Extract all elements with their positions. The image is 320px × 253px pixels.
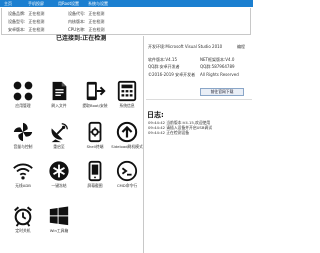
tool-label: Sideload刷机模式 (111, 144, 143, 149)
android-version-value: 正在检测 (28, 27, 45, 32)
phone-install-icon (86, 81, 106, 101)
tool-label: 定时关机 (15, 228, 31, 233)
tool-one-key-freeze[interactable]: 一键冻结 (46, 160, 72, 188)
pinwheel-icon (13, 122, 33, 142)
menu-home[interactable]: 主页 (4, 1, 12, 6)
tool-flash-file[interactable]: 刷入文件 (46, 80, 72, 108)
tool-label: 无线ADB (15, 183, 31, 188)
tool-wireless-adb[interactable]: 无线ADB (10, 160, 36, 188)
tool-label: 音量与控制 (13, 144, 33, 149)
tool-label: 应用管理 (15, 103, 31, 108)
official-website-button[interactable]: 前往官网下载 (200, 88, 244, 96)
dev-env-suffix: 编程 (237, 44, 245, 49)
device-info-panel: 设备品牌: 正在检测 设备型号: 正在检测 安卓版本: 正在检测 设备代号: 正在检测 … (1, 8, 251, 35)
alarm-clock-icon (14, 206, 32, 227)
tool-cmd[interactable]: CMD命令行 (114, 160, 140, 188)
tool-volume-control[interactable]: 音量与控制 (10, 121, 36, 149)
phone-screen-icon (88, 160, 102, 182)
section-separator (146, 99, 252, 100)
tool-app-manager[interactable]: 应用管理 (10, 80, 36, 108)
tool-label: 系统信息 (119, 103, 135, 108)
tool-label: 提取Boot/安装 (82, 103, 108, 108)
log-line: 09:44:42 正在检测设备 (148, 130, 190, 135)
copyright-text: ©2016-2019 安卓开发者 (148, 72, 196, 77)
tool-label: 刷入文件 (51, 103, 67, 108)
menu-screen-cast[interactable]: 手机投屏 (28, 1, 44, 6)
software-version: 软件版本:V4.15 (148, 57, 177, 62)
tool-win-toolbox[interactable]: Win工具箱 (46, 205, 72, 233)
tool-label: Win工具箱 (49, 228, 69, 233)
tool-reboot[interactable]: 重启至 (46, 121, 72, 149)
device-brand-value: 正在检测 (28, 11, 45, 16)
phone-gear-icon (88, 121, 102, 143)
apps-grid-icon (13, 81, 33, 101)
windows-logo-icon (49, 206, 69, 226)
menu-root-settings[interactable]: 用Root设置 (58, 1, 79, 6)
tool-boot-install[interactable]: 提取Boot/安装 (82, 80, 108, 108)
document-icon (52, 81, 67, 101)
tool-label: CMD命令行 (116, 183, 138, 188)
satellite-dish-icon (51, 123, 68, 143)
tool-label: Shell终端 (86, 144, 104, 149)
device-model-row: 设备型号: 正在检测 (8, 19, 44, 24)
cpu-name-label: CPU名称: (68, 27, 86, 32)
tool-label: 一键冻结 (51, 183, 67, 188)
device-codename-row: 设备代号: 正在检测 (68, 11, 104, 16)
cpu-name-row: CPU名称: 正在检测 (68, 27, 104, 32)
kernel-version-value: 正在检测 (88, 19, 105, 24)
android-version-row: 安卓版本: 正在检测 (8, 27, 44, 32)
device-brand-row: 设备品牌: 正在检测 (8, 11, 44, 16)
terminal-icon (116, 160, 138, 182)
connection-status-title: 已连接到:正在检测 (56, 35, 107, 42)
tool-system-info[interactable]: 系统信息 (114, 80, 140, 108)
tool-label: 重启至 (53, 144, 65, 149)
device-codename-value: 正在检测 (88, 11, 105, 16)
dev-env-text: 开发环境:Microsoft Visual Studio 2010 (148, 44, 223, 49)
qq-group-number: QQ群:587964789 (200, 64, 235, 69)
kernel-version-row: 内核版本: 正在检测 (68, 19, 104, 24)
calculator-icon (117, 80, 137, 102)
log-title: 日志: (147, 111, 164, 119)
tool-screenshot[interactable]: 屏幕截图 (82, 160, 108, 188)
tool-timed-shutdown[interactable]: 定时关机 (10, 205, 36, 233)
net-framework-version: NET框架版本:V4.0 (200, 57, 235, 62)
snowflake-icon (49, 161, 69, 181)
tool-sideload[interactable]: Sideload刷机模式 (111, 121, 143, 149)
device-brand-label: 设备品牌: (8, 11, 26, 16)
menu-system-settings[interactable]: 系统与设置 (88, 1, 108, 6)
tool-shell-terminal[interactable]: Shell终端 (82, 121, 108, 149)
android-version-label: 安卓版本: (8, 27, 26, 32)
kernel-version-label: 内核版本: (68, 19, 86, 24)
rights-reserved-text: All Rights Reserved (200, 72, 239, 77)
tool-label: 屏幕截图 (87, 183, 103, 188)
cpu-name-value: 正在检测 (88, 27, 105, 32)
device-model-label: 设备型号: (8, 19, 26, 24)
menu-bar: 主页 手机投屏 用Root设置 系统与设置 (0, 0, 253, 7)
wifi-adb-icon (13, 163, 33, 180)
upload-circle-icon (116, 121, 138, 143)
device-codename-label: 设备代号: (68, 11, 86, 16)
qq-group-name: QQ群:安卓开发者 (148, 64, 180, 69)
device-model-value: 正在检测 (28, 19, 45, 24)
